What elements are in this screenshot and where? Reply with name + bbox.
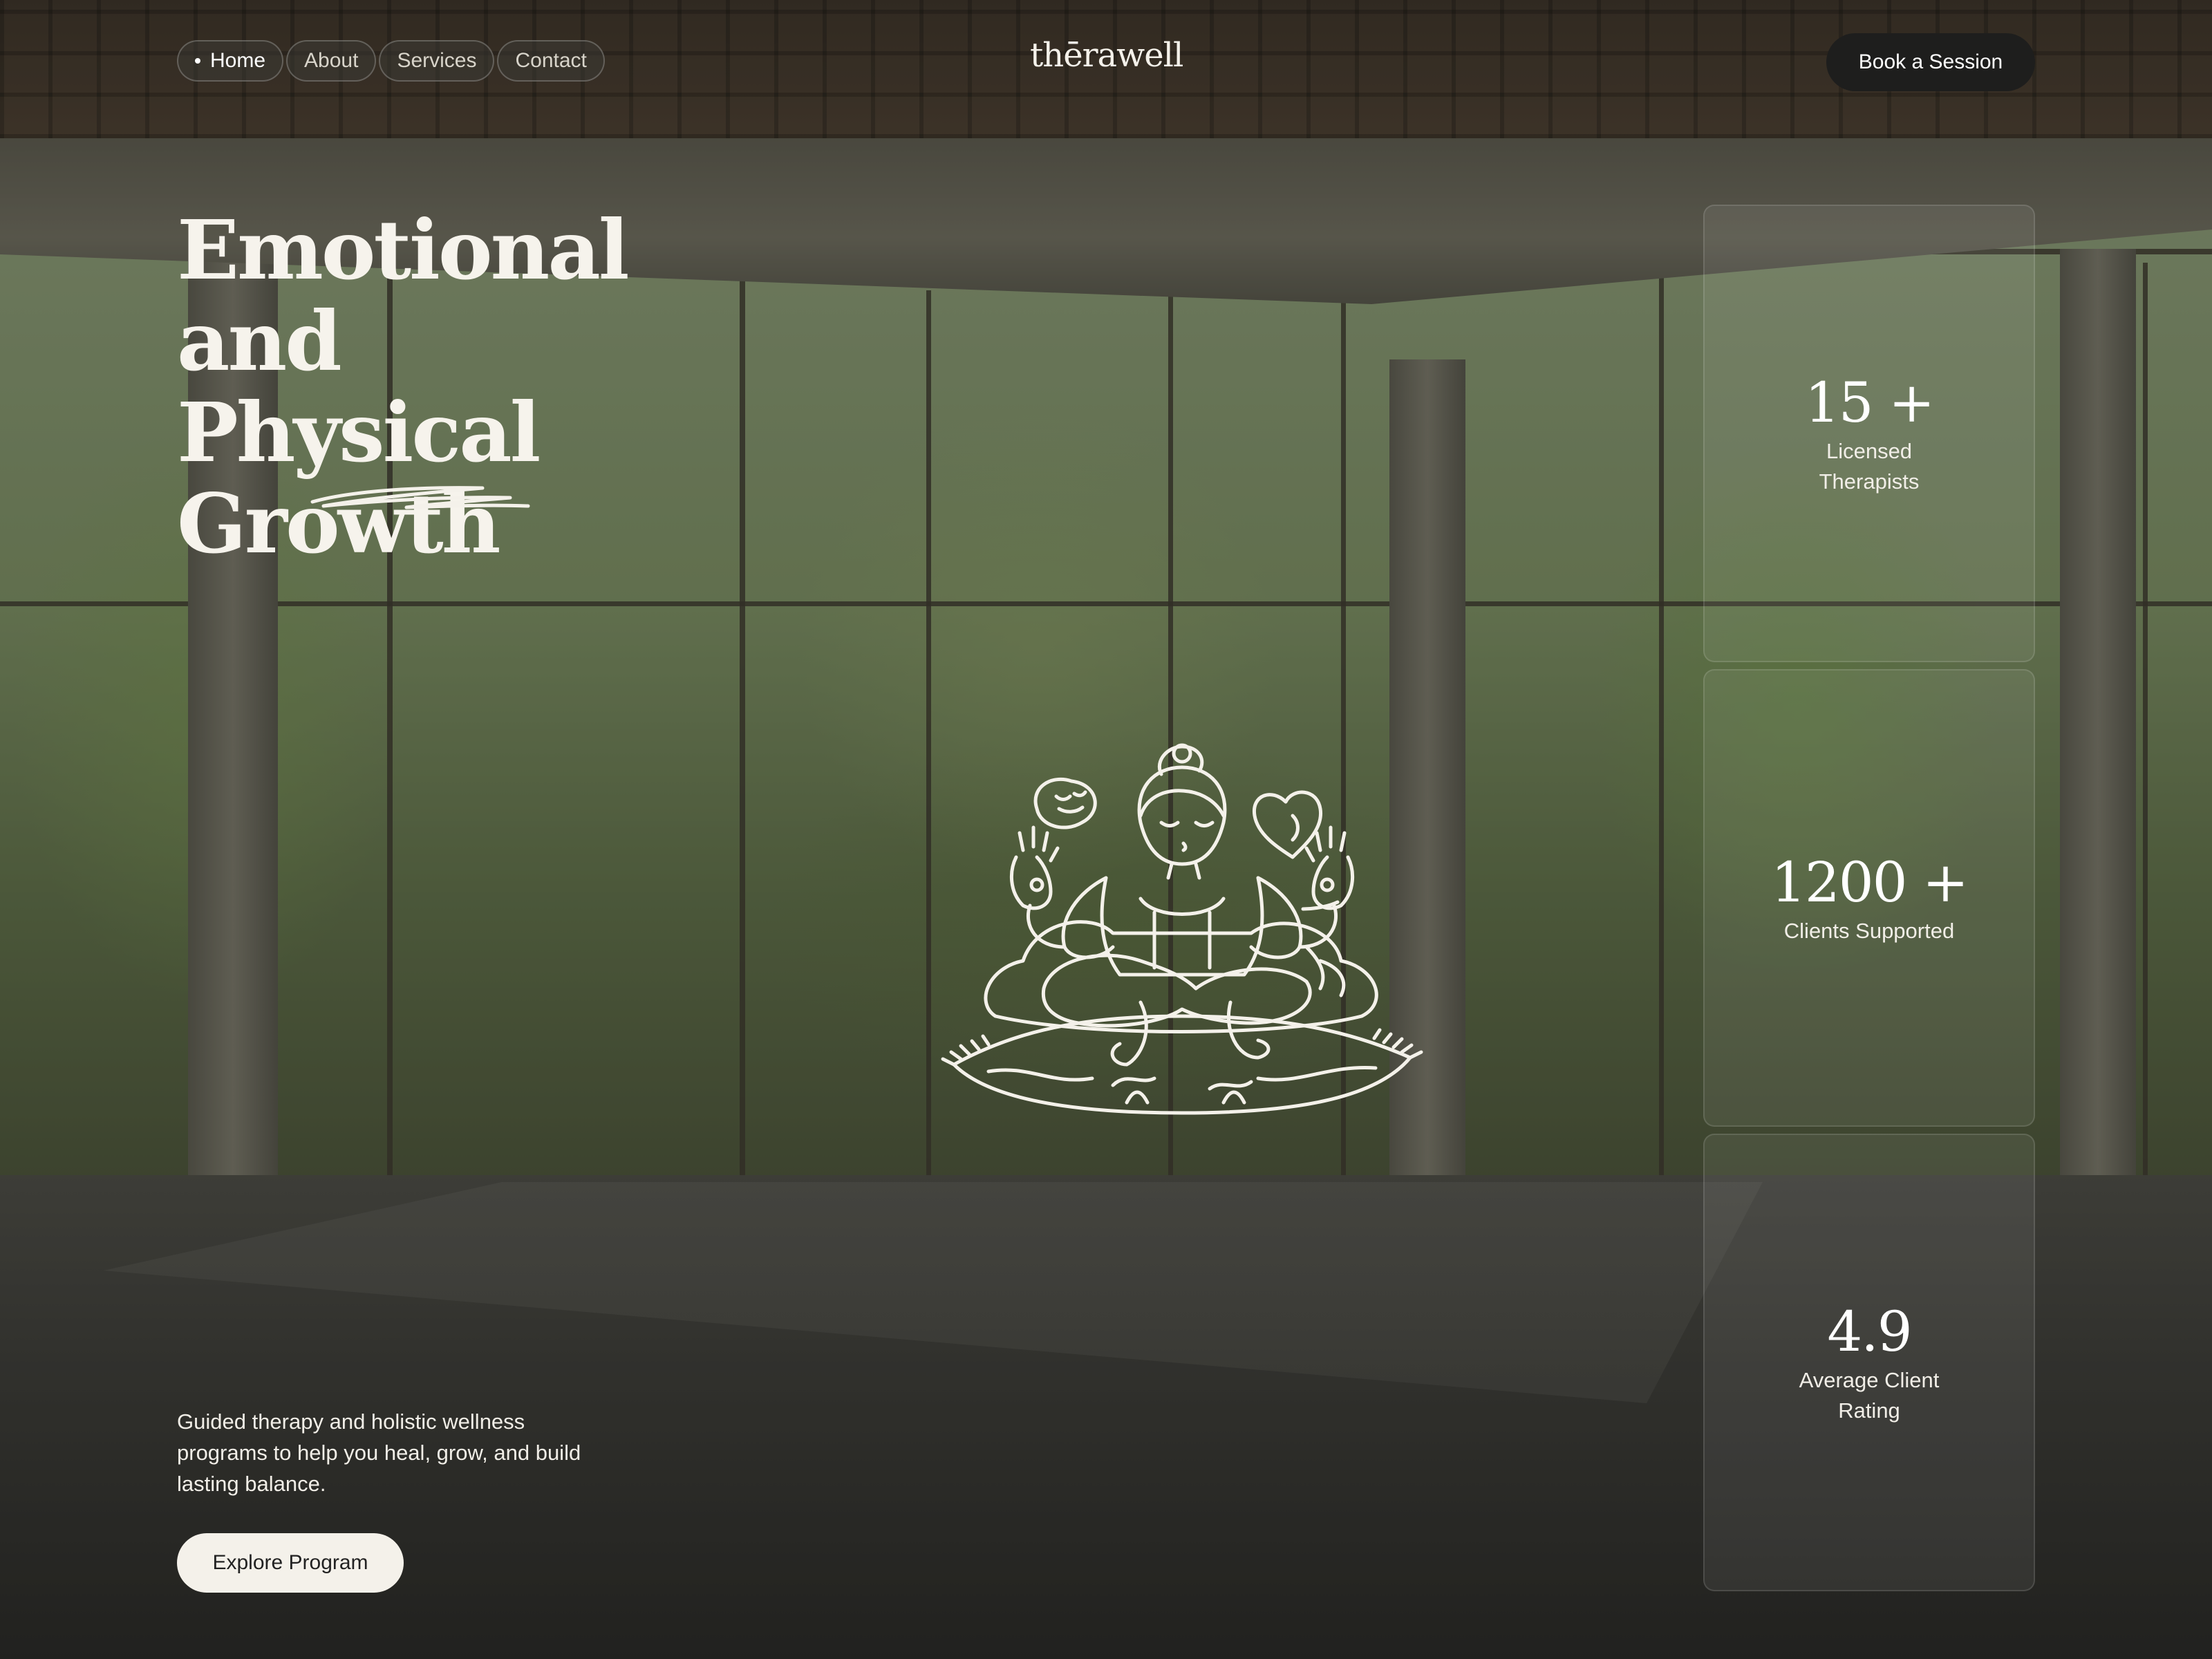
hero-title-line: and Physical [177, 293, 541, 480]
hero-title-line: Emotional [177, 202, 630, 298]
nav-item-home[interactable]: Home [177, 40, 284, 82]
stat-value: 1200 + [1770, 850, 1969, 915]
explore-program-button[interactable]: Explore Program [177, 1533, 404, 1593]
stat-card-rating: 4.9 Average Client Rating [1703, 1134, 2035, 1591]
squiggle-underline-icon [310, 486, 530, 509]
nav-item-contact[interactable]: Contact [497, 40, 605, 82]
book-session-button[interactable]: Book a Session [1826, 33, 2035, 91]
nav-item-about[interactable]: About [286, 40, 377, 82]
stat-label: Average Client Rating [1799, 1368, 1940, 1423]
nav-item-label: Contact [515, 49, 587, 72]
nav-item-services[interactable]: Services [379, 40, 495, 82]
meditating-person-icon [941, 743, 1423, 1115]
stat-card-clients: 1200 + Clients Supported [1703, 669, 2035, 1127]
brand-logo[interactable]: thērawell [1030, 36, 1183, 75]
stat-card-therapists: 15 + Licensed Therapists [1703, 205, 2035, 662]
stat-label: Licensed Therapists [1819, 439, 1920, 494]
nav-item-label: About [304, 49, 359, 72]
hero-description: Guided therapy and holistic wellness pro… [177, 1409, 581, 1496]
active-dot-icon [195, 58, 200, 64]
nav-item-label: Home [210, 49, 266, 72]
main-nav: Home About Services Contact [177, 40, 605, 82]
stat-value: 4.9 [1827, 1300, 1912, 1364]
stat-label: Clients Supported [1783, 919, 1955, 943]
stat-value: 15 + [1804, 371, 1935, 435]
nav-item-label: Services [397, 49, 477, 72]
